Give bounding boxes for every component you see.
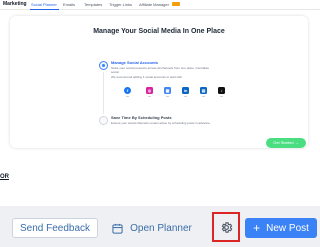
send-feedback-button[interactable]: Send Feedback: [12, 218, 98, 238]
settings-button[interactable]: [212, 212, 240, 242]
step-1-indicator: [99, 61, 108, 70]
linkedin-icon[interactable]: in: [182, 87, 189, 94]
open-planner-label: Open Planner: [130, 222, 192, 234]
onboarding-panel: Manage Your Social Media In One Place Ma…: [10, 16, 308, 148]
step-1-description-line1: Scale your social presence across all ch…: [111, 66, 210, 74]
plus-icon: +: [253, 221, 261, 235]
step-2-description: Ensure your social channels remain activ…: [111, 121, 211, 125]
new-badge: [172, 1, 180, 6]
step-1-title[interactable]: Manage Social Accounts: [111, 60, 158, 65]
linkedin-page-icon[interactable]: ▤: [200, 87, 207, 94]
new-post-label: New Post: [266, 222, 309, 234]
get-started-label: Get Started: [273, 140, 294, 145]
tab-affiliate-manager[interactable]: Affiliate Manager: [139, 2, 169, 7]
step-connector: [103, 72, 104, 114]
step-2-indicator: [99, 116, 108, 125]
connect-indicator: [126, 96, 129, 97]
open-planner-button[interactable]: Open Planner: [104, 218, 200, 238]
tab-emails[interactable]: Emails: [63, 2, 75, 7]
new-post-button[interactable]: + New Post: [245, 218, 317, 238]
connect-indicator: [220, 96, 223, 97]
tab-trigger-links[interactable]: Trigger Links: [109, 2, 132, 7]
connect-indicator: [166, 96, 169, 97]
step-2-title[interactable]: Save Time By Scheduling Posts: [111, 115, 172, 120]
facebook-icon[interactable]: f: [124, 87, 131, 94]
get-started-button[interactable]: Get Started →: [266, 138, 306, 148]
connect-indicator: [184, 96, 187, 97]
or-divider-label: OR: [0, 174, 9, 180]
active-tab-indicator: [30, 8, 59, 10]
tiktok-icon[interactable]: ♪: [218, 87, 225, 94]
tab-social-planner[interactable]: Social Planner: [31, 2, 57, 7]
app-title: Marketing: [3, 1, 27, 7]
calendar-icon: [112, 223, 123, 234]
instagram-icon[interactable]: ◎: [146, 87, 153, 94]
step-1-description-line2: We recommend adding 1 social accounts to…: [111, 75, 183, 79]
google-business-icon[interactable]: ▦: [164, 87, 171, 94]
top-navigation: Marketing Social Planner Emails Template…: [0, 0, 320, 10]
panel-title: Manage Your Social Media In One Place: [93, 28, 225, 35]
send-feedback-label: Send Feedback: [19, 222, 91, 234]
social-accounts-row: f ◎ ▦ in ▤ ♪: [121, 87, 226, 97]
tab-templates[interactable]: Templates: [84, 2, 102, 7]
connect-indicator: [202, 96, 205, 97]
gear-icon: [221, 221, 232, 233]
step-1-description: Scale your social presence across all ch…: [111, 66, 211, 79]
connect-indicator: [148, 96, 151, 97]
